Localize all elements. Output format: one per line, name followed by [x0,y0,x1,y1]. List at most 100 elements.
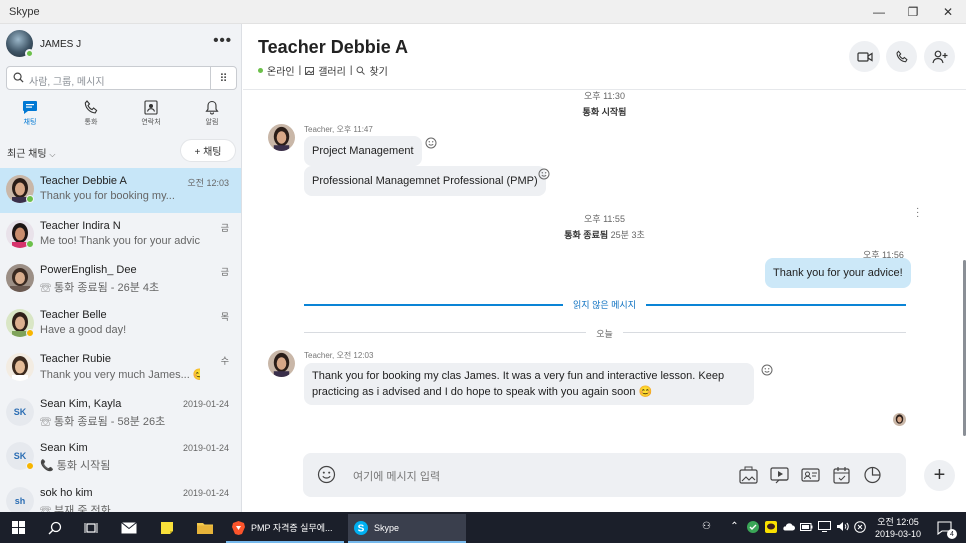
gallery-icon [305,66,315,75]
online-status-icon [258,68,263,73]
taskbar: PMP 자격증 실무에... S Skype ⚇ ⌃ 오전 12:05 2019… [0,512,966,543]
event-time: 오후 11:30 [584,91,625,101]
event-text: 통화 시작됨 [582,107,627,117]
tab-contacts[interactable]: 연락처 [121,98,181,132]
unread-text: 읽지 않은 메시지 [563,300,646,310]
profile-header[interactable]: JAMES J ••• [6,30,236,58]
search-input[interactable]: 사람, 그룹, 메시지 [29,73,105,88]
minimize-button[interactable]: — [862,0,896,24]
find-link[interactable]: 찾기 [369,63,387,78]
more-actions-button[interactable]: + [924,460,955,491]
tab-notifications[interactable]: 알림 [182,98,241,132]
message-bubble[interactable]: Professional Managemnet Professional (PM… [304,166,546,196]
close-window-button[interactable]: ✕ [931,0,965,24]
tab-calls[interactable]: 통화 [61,98,121,132]
new-chat-button[interactable]: + 채팅 [181,140,235,161]
contact-time: 목 [220,311,229,322]
clock[interactable]: 오전 12:05 2019-03-10 [870,516,926,540]
contact-name: sok ho kim [40,486,93,499]
recent-chats-dropdown[interactable]: 최근 채팅 ⌵ [7,145,55,160]
phone-icon [895,49,908,62]
emoji-icon[interactable] [317,465,336,484]
action-center-button[interactable]: 4 [930,512,960,543]
status-online-icon [26,195,34,203]
taskbar-app-brave[interactable]: PMP 자격증 실무에... [226,514,344,543]
clock-time: 오전 12:05 [877,517,919,527]
task-view-button[interactable] [74,512,108,543]
folder-icon [197,523,213,534]
network-icon[interactable] [818,520,831,533]
gallery-link[interactable]: 갤러리 [318,63,346,78]
file-explorer-button[interactable] [188,512,222,543]
contact-name: Teacher Debbie A [40,175,127,187]
window-title: Skype [9,6,40,18]
restore-button[interactable]: ❐ [896,0,930,24]
chat-title[interactable]: Teacher Debbie A [258,37,408,58]
contact-card-icon[interactable] [801,466,820,484]
message-input[interactable]: 여기에 메시지 입력 [353,468,440,484]
contact-sean-kim-kayla[interactable]: SK Sean Kim, Kayla ☏ 통화 종료됨 - 58분 26초 20… [0,391,241,436]
contact-last-message: ☏ 부재 중 전화 [40,504,111,513]
search-icon [356,66,366,75]
avatar [6,353,34,381]
volume-icon[interactable] [836,520,849,533]
tab-contacts-label: 연락처 [141,119,161,126]
tab-calls-label: 통화 [84,119,98,126]
contact-teacher-debbie[interactable]: Teacher Debbie A Thank you for booking m… [0,168,241,213]
contact-teacher-indira[interactable]: Teacher Indira N Me too! Thank you for y… [0,213,241,258]
avatar: SK [6,397,34,426]
event-time: 오후 11:55 [584,214,625,224]
audio-call-button[interactable] [886,41,917,72]
people-icon[interactable]: ⚇ [700,520,713,533]
contact-time: 금 [220,222,229,233]
video-call-button[interactable] [849,41,880,72]
message-more-button[interactable]: · · · [916,204,919,222]
search-box[interactable]: 사람, 그룹, 메시지 ⠿ [6,66,237,90]
mail-icon [121,521,137,533]
message-meta: Teacher, 오전 12:03 [304,351,374,360]
tab-chats[interactable]: 채팅 [0,98,60,132]
date-label: 오늘 [243,327,966,340]
taskbar-app-skype[interactable]: S Skype [348,514,466,543]
sender-avatar[interactable] [268,350,295,377]
bell-icon [205,100,219,115]
chat-header: Teacher Debbie A 온라인 | 갤러리 | 찾기 [243,24,966,90]
message-bubble[interactable]: Project Management [304,136,422,166]
tray-app-green-icon[interactable] [746,520,759,533]
contact-teacher-rubie[interactable]: Teacher Rubie Thank you very much James.… [0,346,241,391]
sender-avatar[interactable] [268,124,295,151]
message-list: 오후 11:30 통화 시작됨 Teacher, 오후 11:47 Projec… [243,91,966,451]
outgoing-message-bubble[interactable]: Thank you for your advice! [765,258,911,288]
media-icon[interactable] [739,466,758,484]
contact-powerenglish-dee[interactable]: PowerEnglish_ Dee ☏ 통화 종료됨 - 26분 4초 금 [0,257,241,302]
search-icon [48,521,62,534]
contact-name: PowerEnglish_ Dee [40,264,137,276]
cloud-icon[interactable] [782,520,795,533]
schedule-call-icon[interactable] [832,466,851,484]
message-bubble[interactable]: Thank you for booking my clas James. It … [304,363,754,405]
close-circle-icon[interactable] [853,520,866,533]
battery-icon[interactable] [800,520,813,533]
phone-icon [84,100,98,114]
taskbar-app-label: PMP 자격증 실무에... [251,523,333,533]
sticky-notes-button[interactable] [150,512,184,543]
poll-icon[interactable] [863,466,882,484]
mail-app-button[interactable] [112,512,146,543]
status-away-icon [26,462,34,470]
video-message-icon[interactable] [770,466,789,484]
chevron-up-icon[interactable]: ⌃ [728,520,741,533]
add-reaction-icon[interactable] [761,364,773,376]
add-people-button[interactable] [924,41,955,72]
kakaotalk-icon[interactable] [764,520,777,533]
start-button[interactable] [0,512,36,543]
contact-sok-ho-kim[interactable]: sh sok ho kim ☏ 부재 중 전화 2019-01-24 [0,480,241,513]
unread-label: 읽지 않은 메시지 [243,298,966,311]
add-reaction-icon[interactable] [425,137,437,149]
contact-sean-kim[interactable]: SK Sean Kim 📞 통화 시작됨 2019-01-24 [0,435,241,480]
more-options-button[interactable]: ••• [213,32,232,49]
contact-teacher-belle[interactable]: Teacher Belle Have a good day! 목 [0,302,241,347]
dialpad-button[interactable]: ⠿ [210,67,236,89]
add-reaction-icon[interactable] [538,168,550,180]
taskbar-search-button[interactable] [38,512,72,543]
sidebar: JAMES J ••• 사람, 그룹, 메시지 ⠿ 채팅 통화 연락처 알림 최… [0,24,242,512]
